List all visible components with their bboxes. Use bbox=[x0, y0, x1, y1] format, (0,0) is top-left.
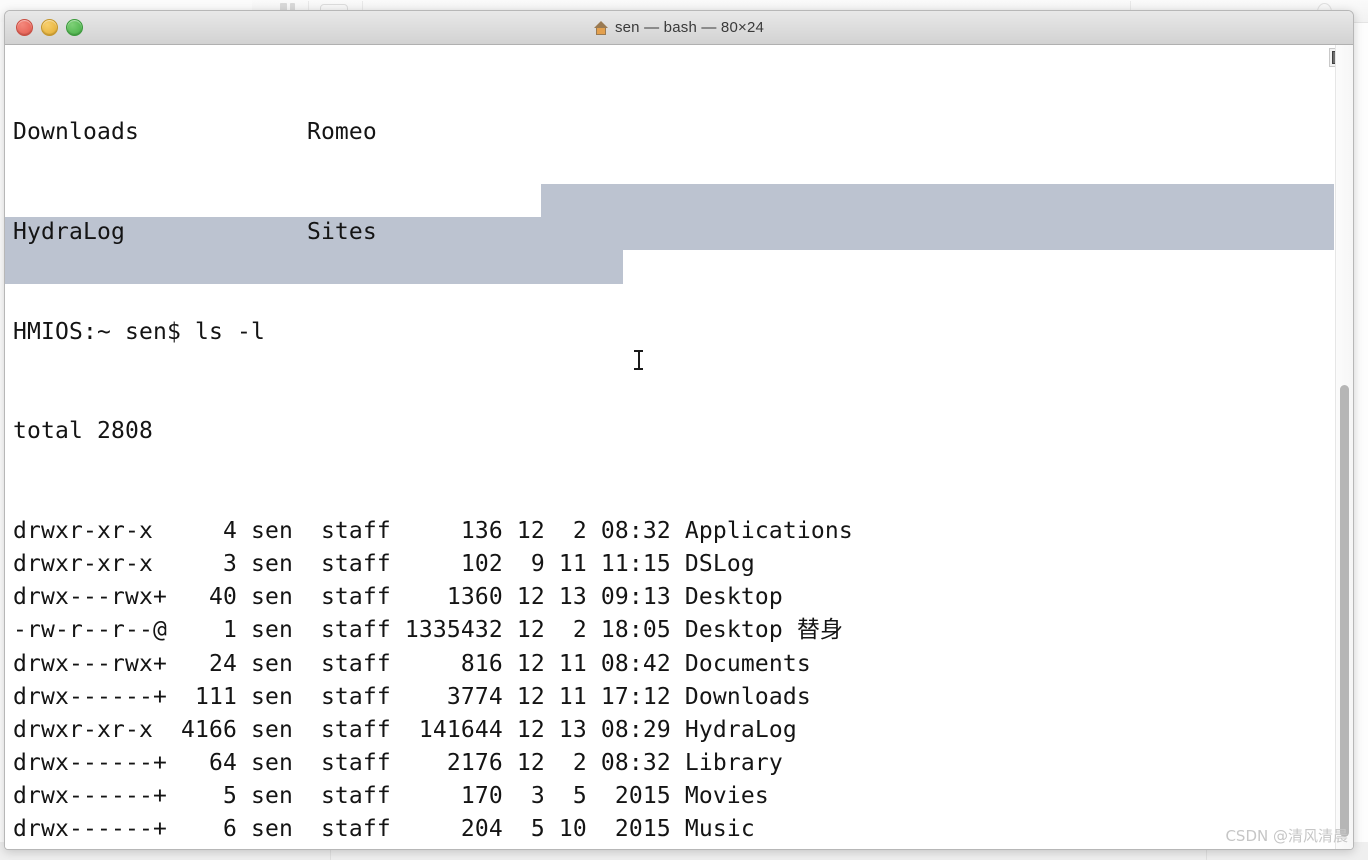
terminal-window: sen — bash — 80×24 Downloads Romeo Hydra… bbox=[4, 10, 1354, 850]
watermark: CSDN @清风清晨 bbox=[1225, 827, 1348, 845]
vertical-scrollbar-track[interactable] bbox=[1335, 45, 1353, 849]
terminal-line: HydraLog Sites bbox=[13, 219, 377, 245]
window-title-text: sen — bash — 80×24 bbox=[614, 19, 765, 36]
file-listing-row: drwxr-xr-x 3 sen staff 102 9 11 11:15 DS… bbox=[13, 550, 755, 577]
file-listing-row: drwx------+ 64 sen staff 2176 12 2 08:32… bbox=[13, 750, 783, 777]
vertical-scrollbar-thumb[interactable] bbox=[1340, 385, 1349, 837]
file-listing-row: drwxr-xr-x 4 sen staff 136 12 2 08:32 Ap… bbox=[13, 517, 853, 544]
terminal-text-output: Downloads Romeo HydraLog Sites HMIOS:~ s… bbox=[13, 50, 857, 849]
terminal-content-area[interactable]: Downloads Romeo HydraLog Sites HMIOS:~ s… bbox=[5, 45, 1353, 849]
ibeam-stem bbox=[638, 350, 640, 370]
zoom-window-button[interactable] bbox=[66, 19, 83, 36]
file-listing: drwxr-xr-x 4 sen staff 136 12 2 08:32 Ap… bbox=[13, 515, 857, 849]
file-listing-row: -rw-r--r--@ 1 sen staff 1335432 12 2 18:… bbox=[13, 617, 844, 644]
traffic-light-controls bbox=[16, 11, 83, 44]
file-listing-row: drwxr-xr-x 4166 sen staff 141644 12 13 0… bbox=[13, 716, 797, 743]
minimize-window-button[interactable] bbox=[41, 19, 58, 36]
terminal-line: Downloads Romeo bbox=[13, 119, 377, 146]
file-listing-row: drwx------+ 111 sen staff 3774 12 11 17:… bbox=[13, 683, 811, 710]
file-listing-row: drwx------+ 6 sen staff 204 5 10 2015 Mu… bbox=[13, 816, 755, 843]
file-listing-row: drwx------+ 944 sen staff 32096 12 11 20… bbox=[13, 847, 857, 849]
terminal-command-line: HMIOS:~ sen$ ls -l bbox=[13, 318, 265, 345]
file-listing-row: drwx---rwx+ 40 sen staff 1360 12 13 09:1… bbox=[13, 584, 783, 611]
close-window-button[interactable] bbox=[16, 19, 33, 36]
window-title-bar[interactable]: sen — bash — 80×24 bbox=[5, 11, 1353, 45]
terminal-total-line: total 2808 bbox=[13, 418, 153, 445]
ibeam-mouse-pointer bbox=[634, 350, 643, 370]
home-icon bbox=[593, 20, 609, 35]
window-title: sen — bash — 80×24 bbox=[5, 19, 1353, 36]
file-listing-row: drwx---rwx+ 24 sen staff 816 12 11 08:42… bbox=[13, 650, 811, 677]
file-listing-row: drwx------+ 5 sen staff 170 3 5 2015 Mov… bbox=[13, 783, 769, 810]
